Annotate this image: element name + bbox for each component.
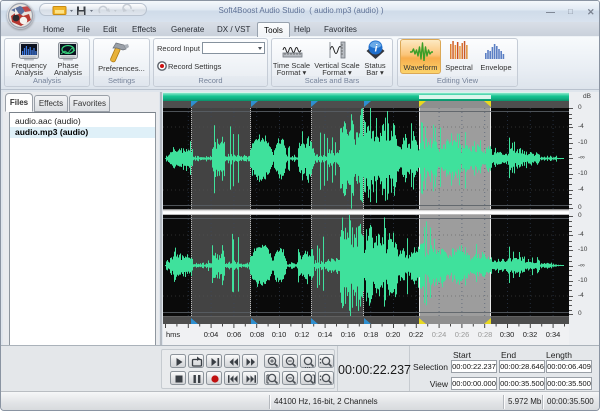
svg-text:i: i — [375, 44, 378, 55]
